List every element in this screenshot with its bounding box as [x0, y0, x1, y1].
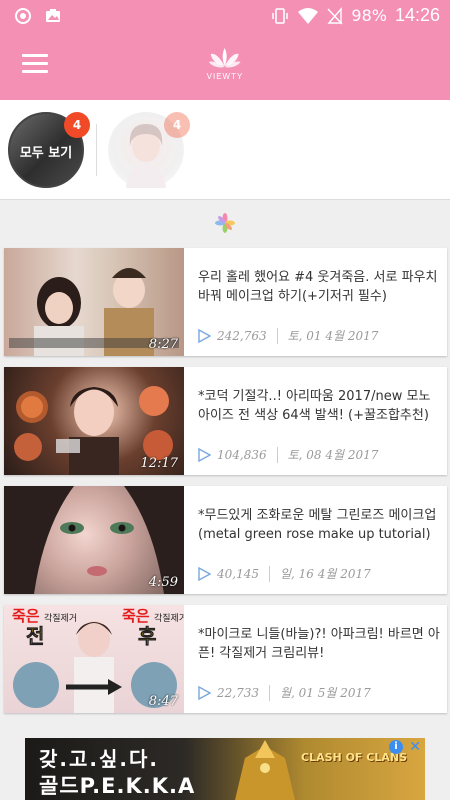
- menu-button[interactable]: [22, 54, 48, 76]
- video-title: 우리 홀레 했어요 #4 웃겨죽음. 서로 파우치 바꿔 메이크업 하기(+기저…: [198, 270, 438, 304]
- battery-percent: 98%: [351, 6, 387, 25]
- thumb-text-right-big: 후: [138, 624, 156, 648]
- upload-date: 월, 01 5월 2017: [280, 686, 371, 700]
- thumb-text-left-top: 죽은: [12, 607, 40, 625]
- video-meta: 40,145 일, 16 4월 2017: [198, 565, 371, 582]
- video-thumbnail: 12:17: [4, 367, 184, 475]
- view-count: 22,733: [217, 685, 259, 700]
- video-duration: 4:59: [148, 575, 178, 590]
- upload-date: 토, 01 4월 2017: [287, 329, 379, 343]
- video-duration: 8:47: [148, 694, 178, 709]
- video-meta: 22,733 월, 01 5월 2017: [198, 684, 371, 701]
- video-item[interactable]: 4:59 *무드있게 조화로운 메탈 그린로즈 메이크업 (metal gree…: [4, 486, 447, 594]
- menu-icon: [22, 54, 48, 57]
- video-item[interactable]: 8:27 우리 홀레 했어요 #4 웃겨죽음. 서로 파우치 바꿔 메이크업 하…: [4, 248, 447, 356]
- ad-character-art: [235, 740, 295, 800]
- upload-date: 일, 16 4월 2017: [280, 567, 371, 581]
- flower-icon: [215, 213, 235, 233]
- view-all-label: 모두 보기: [19, 146, 73, 161]
- ad-game-logo: CLASH OF CLANS: [301, 751, 407, 764]
- record-icon: [15, 8, 31, 24]
- thumb-text-left-big: 전: [26, 624, 44, 648]
- video-meta: 242,763 토, 01 4월 2017: [198, 327, 378, 344]
- logo-text: VIEWTY: [206, 72, 244, 81]
- thumb-text-left-small: 각질제거: [44, 612, 77, 624]
- thumb-text-right-top: 죽은: [122, 607, 150, 625]
- video-item[interactable]: 죽은 각질제거 전 죽은 각질제거 후 8:47 *마이크로 니들(바늘)?! …: [4, 605, 447, 713]
- video-thumbnail: 8:27: [4, 248, 184, 356]
- new-count-badge: 4: [164, 112, 190, 138]
- ad-info-icon[interactable]: i: [389, 740, 403, 754]
- no-signal-icon: [327, 6, 343, 24]
- video-title: *무드있게 조화로운 메탈 그린로즈 메이크업 (metal green ros…: [198, 508, 437, 542]
- thumb-text-right-small: 각질제거: [154, 612, 184, 624]
- view-count: 104,836: [217, 447, 267, 462]
- creator-divider: [96, 124, 97, 176]
- vibrate-icon: [272, 7, 289, 24]
- play-icon: [198, 566, 211, 581]
- status-bar: 98% 14:26: [0, 0, 450, 32]
- ad-headline: 갖.고.싶.다.: [39, 747, 159, 771]
- meta-separator: [276, 327, 278, 344]
- view-count: 40,145: [217, 566, 259, 581]
- meta-separator: [269, 565, 270, 582]
- meta-separator: [269, 684, 270, 701]
- play-icon: [198, 685, 211, 700]
- view-count: 242,763: [217, 328, 267, 343]
- play-icon: [198, 328, 211, 343]
- video-item[interactable]: 12:17 *코덕 기절각..! 아리따움 2017/new 모노 아이즈 전 …: [4, 367, 447, 475]
- clock: 14:26: [394, 5, 440, 25]
- video-thumbnail: 죽은 각질제거 전 죽은 각질제거 후 8:47: [4, 605, 184, 713]
- ad-close-icon[interactable]: ✕: [409, 739, 421, 755]
- video-duration: 8:27: [148, 337, 178, 352]
- video-duration: 12:17: [140, 456, 178, 471]
- lotus-icon: [208, 48, 241, 68]
- video-title: *코덕 기절각..! 아리따움 2017/new 모노 아이즈 전 색상 64색…: [198, 389, 431, 423]
- upload-date: 토, 08 4월 2017: [287, 448, 379, 462]
- wifi-icon: [298, 7, 319, 24]
- app-bar: VIEWTY: [0, 32, 450, 100]
- video-thumbnail: 4:59: [4, 486, 184, 594]
- ad-banner[interactable]: 갖.고.싶.다. 골드P.E.K.K.A CLASH OF CLANS i ✕: [25, 738, 425, 800]
- new-count-badge: 4: [64, 112, 90, 138]
- photo-icon: [46, 9, 60, 22]
- app-logo: VIEWTY: [207, 46, 244, 81]
- play-icon: [198, 447, 211, 462]
- video-title: *마이크로 니들(바늘)?! 아파크림! 바르면 아픈! 각질제거 크림리뷰!: [198, 627, 440, 661]
- meta-separator: [276, 446, 278, 463]
- ad-subline: 골드P.E.K.K.A: [39, 774, 196, 798]
- video-meta: 104,836 토, 08 4월 2017: [198, 446, 378, 463]
